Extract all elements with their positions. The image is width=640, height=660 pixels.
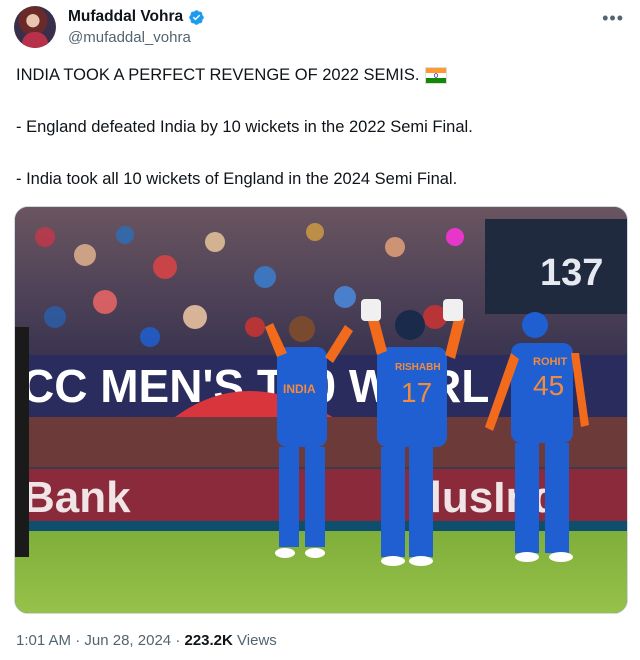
tweet-header: Mufaddal Vohra @mufaddal_vohra ••• bbox=[14, 6, 626, 50]
tweet-date[interactable]: Jun 28, 2024 bbox=[84, 632, 171, 649]
player-right-name: ROHIT bbox=[533, 356, 568, 368]
player-center-name: RISHABH bbox=[395, 362, 441, 373]
player-right-number: 45 bbox=[533, 370, 564, 401]
tweet-headline-text: INDIA TOOK A PERFECT REVENGE OF 2022 SEM… bbox=[16, 66, 420, 84]
tweet-line-headline: INDIA TOOK A PERFECT REVENGE OF 2022 SEM… bbox=[16, 64, 448, 86]
tweet-photo[interactable]: 137 CC MEN'S T20 WORL Bank dusInd INDIA bbox=[14, 206, 628, 614]
meta-separator-2: · bbox=[175, 632, 181, 649]
scoreboard-number: 137 bbox=[540, 252, 603, 294]
views-label: Views bbox=[237, 632, 277, 649]
tweet-line-2024: - India took all 10 wickets of England i… bbox=[16, 170, 458, 188]
india-flag-icon bbox=[425, 66, 448, 84]
tweet-meta: 1:01 AM · Jun 28, 2024 · 223.2K Views bbox=[16, 632, 277, 649]
avatar[interactable] bbox=[14, 6, 56, 48]
more-options-icon[interactable]: ••• bbox=[602, 8, 624, 29]
tweet-line-2022: - England defeated India by 10 wickets i… bbox=[16, 118, 473, 136]
views-count[interactable]: 223.2K bbox=[184, 632, 232, 649]
player-center-number: 17 bbox=[401, 377, 432, 408]
tweet-time[interactable]: 1:01 AM bbox=[16, 632, 71, 649]
photo-scene: 137 CC MEN'S T20 WORL Bank dusInd INDIA bbox=[15, 207, 627, 613]
author-name-row: Mufaddal Vohra bbox=[68, 8, 205, 26]
umpire-figure bbox=[15, 327, 29, 557]
meta-separator: · bbox=[75, 632, 81, 649]
ad-board-left-text: Bank bbox=[23, 473, 131, 522]
author-handle[interactable]: @mufaddal_vohra bbox=[68, 29, 191, 46]
verified-badge-icon bbox=[189, 9, 204, 25]
author-display-name[interactable]: Mufaddal Vohra bbox=[68, 8, 183, 26]
jersey-chest-text: INDIA bbox=[283, 382, 316, 396]
